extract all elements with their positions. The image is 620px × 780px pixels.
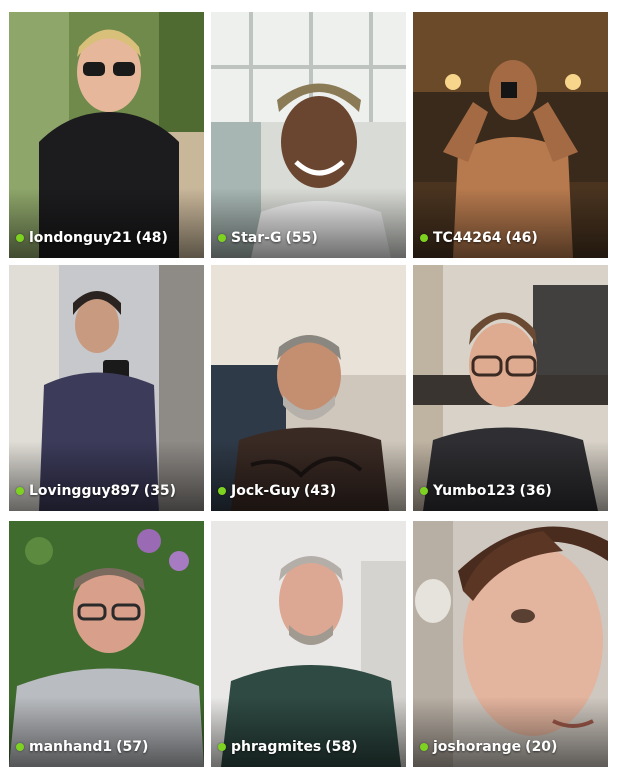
- caption-gradient: [413, 441, 608, 511]
- profile-age: (20): [525, 739, 558, 755]
- profile-age: (55): [285, 230, 318, 246]
- profile-card-jock-guy[interactable]: Jock-Guy (43): [211, 265, 406, 511]
- online-status-icon: [218, 487, 226, 495]
- online-status-icon: [420, 743, 428, 751]
- profile-age: (35): [143, 483, 177, 499]
- profile-username[interactable]: phragmites: [231, 739, 321, 755]
- online-status-icon: [16, 743, 24, 751]
- caption-gradient: [413, 188, 608, 258]
- profile-caption: phragmites (58): [218, 739, 358, 755]
- profile-username[interactable]: Lovingguy897: [29, 483, 140, 499]
- caption-gradient: [211, 188, 406, 258]
- profile-grid: londonguy21 (48) Star-G (55) TC44264 (46…: [0, 0, 620, 780]
- profile-caption: manhand1 (57): [16, 739, 148, 755]
- profile-caption: Star-G (55): [218, 230, 318, 246]
- caption-gradient: [211, 441, 406, 511]
- profile-card-star-g[interactable]: Star-G (55): [211, 12, 406, 258]
- profile-card-joshorange[interactable]: joshorange (20): [413, 521, 608, 767]
- profile-caption: Lovingguy897 (35): [16, 483, 176, 499]
- caption-gradient: [413, 697, 608, 767]
- online-status-icon: [218, 743, 226, 751]
- profile-caption: TC44264 (46): [420, 230, 538, 246]
- profile-username[interactable]: londonguy21: [29, 230, 132, 246]
- online-status-icon: [16, 487, 24, 495]
- profile-card-lovingguy897[interactable]: Lovingguy897 (35): [9, 265, 204, 511]
- caption-gradient: [9, 188, 204, 258]
- profile-username[interactable]: joshorange: [433, 739, 521, 755]
- profile-card-yumbo123[interactable]: Yumbo123 (36): [413, 265, 608, 511]
- profile-caption: Yumbo123 (36): [420, 483, 552, 499]
- profile-username[interactable]: Star-G: [231, 230, 281, 246]
- profile-card-tc44264[interactable]: TC44264 (46): [413, 12, 608, 258]
- profile-username[interactable]: manhand1: [29, 739, 112, 755]
- online-status-icon: [420, 234, 428, 242]
- profile-username[interactable]: Yumbo123: [433, 483, 516, 499]
- profile-username[interactable]: Jock-Guy: [231, 483, 300, 499]
- profile-age: (57): [116, 739, 149, 755]
- profile-age: (58): [325, 739, 358, 755]
- profile-caption: joshorange (20): [420, 739, 557, 755]
- online-status-icon: [218, 234, 226, 242]
- caption-gradient: [211, 697, 406, 767]
- profile-age: (36): [519, 483, 552, 499]
- caption-gradient: [9, 441, 204, 511]
- profile-caption: Jock-Guy (43): [218, 483, 336, 499]
- profile-age: (48): [135, 230, 168, 246]
- online-status-icon: [16, 234, 24, 242]
- profile-caption: londonguy21 (48): [16, 230, 168, 246]
- profile-username[interactable]: TC44264: [433, 230, 502, 246]
- caption-gradient: [9, 697, 204, 767]
- online-status-icon: [420, 487, 428, 495]
- profile-card-phragmites[interactable]: phragmites (58): [211, 521, 406, 767]
- profile-card-londonguy21[interactable]: londonguy21 (48): [9, 12, 204, 258]
- profile-card-manhand1[interactable]: manhand1 (57): [9, 521, 204, 767]
- profile-age: (46): [505, 230, 538, 246]
- profile-age: (43): [303, 483, 337, 499]
